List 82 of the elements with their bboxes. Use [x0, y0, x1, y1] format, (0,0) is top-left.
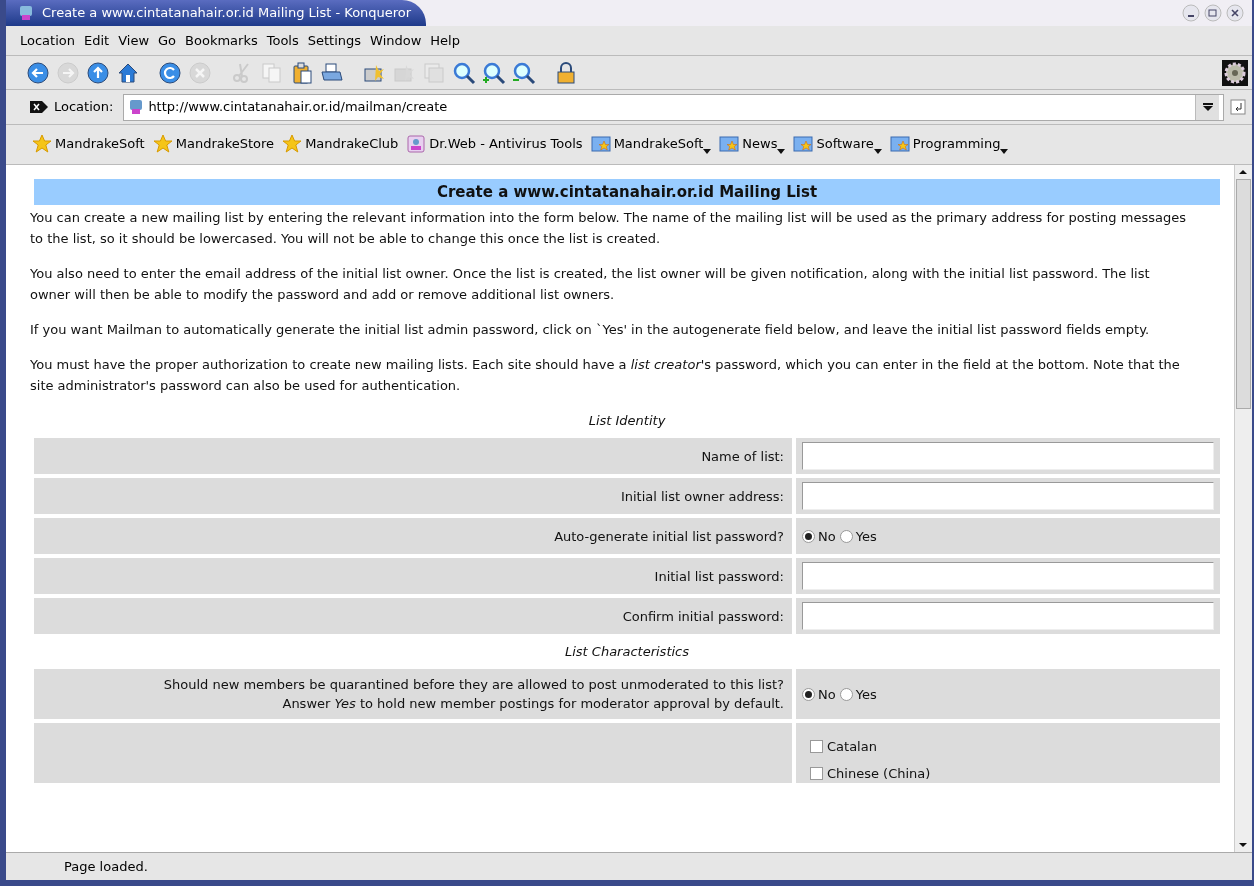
bookmark-item[interactable]: MandrakeSoft [32, 133, 145, 156]
section-title: List Identity [588, 412, 666, 430]
option-label: Catalan [827, 738, 877, 756]
menu-item[interactable]: Go [158, 30, 177, 51]
status-text: Page loaded. [64, 857, 148, 876]
page-icon [128, 99, 145, 115]
menu-item[interactable]: Help [430, 30, 460, 51]
app-icon [18, 5, 34, 21]
field-label: Auto-generate initial list password? [554, 527, 784, 546]
lock-icon[interactable] [554, 60, 578, 85]
gear-icon[interactable] [1222, 59, 1248, 86]
caret-icon [777, 148, 786, 154]
menu-item[interactable]: Window [370, 30, 422, 51]
checkbox[interactable] [810, 767, 823, 780]
field-label: Initial list owner address: [620, 487, 784, 506]
checkbox[interactable] [810, 740, 823, 753]
location-label: Location: [54, 98, 114, 117]
caret-icon [703, 148, 712, 154]
scrollbar[interactable] [1234, 165, 1252, 852]
bookmark-item[interactable]: MandrakeClub [282, 133, 399, 156]
folder-icon [590, 133, 611, 154]
paste-icon[interactable] [290, 60, 314, 85]
option-label: No [818, 527, 836, 546]
caret-icon [1000, 148, 1009, 154]
radio-button[interactable] [802, 687, 815, 701]
radio-button[interactable] [839, 529, 853, 543]
back-icon[interactable] [26, 60, 50, 85]
option-label: Yes [855, 685, 877, 704]
reload-icon[interactable] [158, 60, 182, 85]
field-label: Name of list: [701, 447, 784, 466]
radio-button[interactable] [839, 687, 853, 701]
page-heading: Create a www.cintatanahair.or.id Mailing List [34, 179, 1220, 205]
clear-icon[interactable] [30, 101, 48, 113]
url-field[interactable]: http://www.cintatanahair.or.id/mailman/create [123, 93, 1224, 121]
zoom-in-icon[interactable] [482, 60, 506, 85]
star-icon [152, 133, 173, 154]
menu-item[interactable]: Tools [266, 30, 299, 51]
radio-button[interactable] [802, 529, 815, 543]
field-label: Should new members be quarantined before they are allowed to post unmoderated to this list? Answer Yes to hold new member postings for moderator approval by default. [163, 676, 784, 713]
scroll-thumb[interactable] [1236, 179, 1251, 409]
option-label: No [818, 685, 836, 704]
caret-icon [873, 148, 882, 154]
page-icon [406, 133, 427, 154]
up-icon[interactable] [86, 60, 110, 85]
menu-item[interactable]: Settings [307, 30, 362, 51]
bookmark-item[interactable]: News [719, 133, 786, 156]
minimize-icon[interactable] [1182, 4, 1200, 22]
folder-icon [793, 133, 814, 154]
text-field[interactable] [802, 442, 1214, 470]
field-label: Confirm initial password: [622, 607, 784, 626]
caret-icon [1202, 103, 1213, 111]
option-label: Yes [855, 527, 877, 546]
menu-item[interactable]: View [118, 30, 150, 51]
magnifier-icon[interactable] [452, 60, 476, 85]
menu-item[interactable]: Bookmarks [185, 30, 258, 51]
text-field[interactable] [802, 602, 1214, 630]
folder-icon [889, 133, 910, 154]
paragraph: You can create a new mailing list by entering the relevant information into the form below. The name of the mailing list will be used as the primary address for posting messages to the list, so it should be lowercased. You will not be able to change this once the list is created. [30, 209, 1187, 248]
option-label: Chinese (China) [827, 765, 931, 783]
paragraph: You also need to enter the email address of the initial list owner. Once the list is created, the list owner will be given notification, along with the initial list password. The list owner will then be able to modify the password and add or remove additional list owners. [30, 265, 1151, 304]
bookmark-item[interactable]: Dr.Web - Antivirus Tools [406, 133, 583, 156]
url-text: http://www.cintatanahair.or.id/mailman/create [148, 98, 448, 117]
star-icon [32, 133, 52, 154]
section-title: List Characteristics [564, 643, 690, 661]
text-field[interactable] [802, 482, 1214, 510]
window-title: Create a www.cintatanahair.or.id Mailing List - Konqueror [42, 4, 412, 23]
paragraph: You must have the proper authorization to create new mailing lists. Each site should have a list creator's password, which you can enter in the field at the bottom. Note that the site administrator's password can also be used for authentication. [30, 356, 1181, 395]
zoom-out-icon[interactable] [512, 60, 536, 85]
menu-item[interactable]: Edit [84, 30, 110, 51]
bookmark-item[interactable]: Software [793, 133, 882, 156]
star-icon [282, 133, 303, 154]
paragraph: If you want Mailman to automatically generate the initial list admin password, click on `Yes' in the autogenerate field below, and leave the initial list password fields empty. [30, 321, 1151, 339]
dropdown-button[interactable] [1195, 94, 1219, 120]
bookmark-item[interactable]: MandrakeStore [152, 133, 275, 156]
bookmark-item[interactable]: Programming [889, 133, 1009, 156]
text-field[interactable] [802, 562, 1214, 590]
folder-icon [719, 133, 740, 154]
close-icon[interactable] [1226, 4, 1244, 22]
go-icon[interactable] [1230, 99, 1246, 115]
bookmark-item[interactable]: MandrakeSoft [590, 133, 712, 156]
menu-item[interactable]: Location [20, 30, 75, 51]
field-label: Initial list password: [654, 567, 784, 586]
